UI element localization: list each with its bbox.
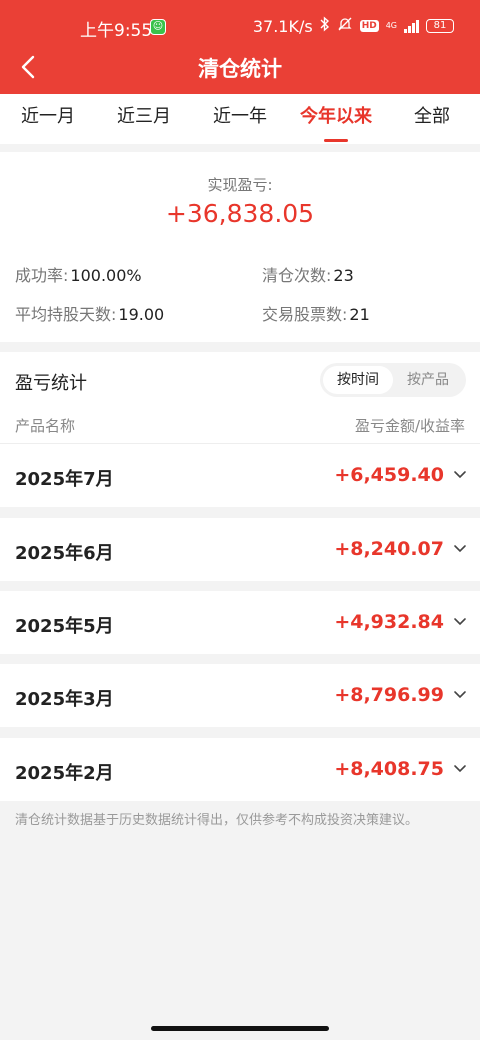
tab-year-to-date[interactable]: 今年以来 xyxy=(288,94,384,144)
stock-count-value: 21 xyxy=(349,305,370,324)
pl-title: 盈亏统计 xyxy=(15,373,87,394)
tab-last-year[interactable]: 近一年 xyxy=(192,94,288,144)
list-item[interactable]: 2025年7月 +6,459.40 xyxy=(0,444,480,507)
list-item[interactable]: 2025年3月 +8,796.99 xyxy=(0,664,480,727)
signal-icon xyxy=(404,19,419,33)
pl-amount: +6,459.40 xyxy=(334,464,444,486)
list-item[interactable]: 2025年6月 +8,240.07 xyxy=(0,518,480,581)
list-item[interactable]: 2025年5月 +4,932.84 xyxy=(0,591,480,654)
chevron-down-icon xyxy=(454,471,466,479)
group-toggle: 按时间 按产品 xyxy=(320,363,466,397)
status-time: 上午9:55 xyxy=(80,21,153,41)
period-tabs: 近一月 近三月 近一年 今年以来 全部 xyxy=(0,94,480,144)
home-indicator[interactable] xyxy=(151,1026,329,1031)
clear-count-label: 清仓次数: xyxy=(262,266,332,285)
chevron-down-icon xyxy=(454,618,466,626)
month-label: 2025年7月 xyxy=(15,469,114,490)
chevron-down-icon xyxy=(454,765,466,773)
page-title: 清仓统计 xyxy=(198,57,282,81)
network-type: 4G xyxy=(385,21,397,30)
chevron-down-icon xyxy=(454,691,466,699)
realized-pl-label: 实现盈亏: xyxy=(207,176,273,194)
column-header-name: 产品名称 xyxy=(15,417,76,435)
stock-count-stat: 交易股票数: 21 xyxy=(262,301,370,325)
battery-icon: 81 xyxy=(426,19,454,33)
mute-bell-icon xyxy=(337,16,353,36)
avg-days-stat: 平均持股天数: 19.00 xyxy=(15,301,164,325)
pl-amount: +8,240.07 xyxy=(334,538,444,560)
tab-last-three-months[interactable]: 近三月 xyxy=(96,94,192,144)
avg-days-value: 19.00 xyxy=(118,305,165,324)
app-notification-icon: ☺ xyxy=(150,19,166,35)
by-time-button[interactable]: 按时间 xyxy=(323,366,393,394)
app-header: 上午9:55 ☺ 37.1K/s HD 4G 81 清仓统计 xyxy=(0,0,480,94)
summary-card: 实现盈亏: +36,838.05 成功率: 100.00% 清仓次数: 23 平均持… xyxy=(0,152,480,342)
tab-last-month[interactable]: 近一月 xyxy=(0,94,96,144)
column-header-value: 盈亏金额/收益率 xyxy=(354,417,465,435)
stock-count-label: 交易股票数: xyxy=(262,305,348,324)
clear-count-stat: 清仓次数: 23 xyxy=(262,262,354,286)
status-bar: 上午9:55 ☺ 37.1K/s HD 4G 81 xyxy=(0,0,480,52)
net-speed: 37.1K/s xyxy=(252,16,313,36)
realized-pl-value: +36,838.05 xyxy=(165,199,315,228)
pl-amount: +4,932.84 xyxy=(334,611,444,633)
chevron-down-icon xyxy=(454,545,466,553)
disclaimer-text: 清仓统计数据基于历史数据统计得出，仅供参考不构成投资决策建议。 xyxy=(15,813,419,828)
success-rate-stat: 成功率: 100.00% xyxy=(15,262,142,286)
bluetooth-icon xyxy=(320,16,330,36)
hd-icon: HD xyxy=(359,20,379,32)
success-rate-label: 成功率: xyxy=(15,266,69,285)
pl-amount: +8,408.75 xyxy=(334,758,444,780)
list-item[interactable]: 2025年2月 +8,408.75 xyxy=(0,738,480,801)
status-icons: 37.1K/s HD 4G 81 xyxy=(253,16,454,36)
pl-section-header: 盈亏统计 按时间 按产品 产品名称 盈亏金额/收益率 xyxy=(0,352,480,444)
month-label: 2025年2月 xyxy=(15,763,114,784)
tab-all[interactable]: 全部 xyxy=(384,94,480,144)
by-product-button[interactable]: 按产品 xyxy=(393,366,463,394)
avg-days-label: 平均持股天数: xyxy=(15,305,117,324)
month-label: 2025年3月 xyxy=(15,689,114,710)
success-rate-value: 100.00% xyxy=(70,266,142,285)
month-label: 2025年5月 xyxy=(15,616,114,637)
clear-count-value: 23 xyxy=(333,266,354,285)
pl-amount: +8,796.99 xyxy=(334,684,444,706)
month-label: 2025年6月 xyxy=(15,543,114,564)
